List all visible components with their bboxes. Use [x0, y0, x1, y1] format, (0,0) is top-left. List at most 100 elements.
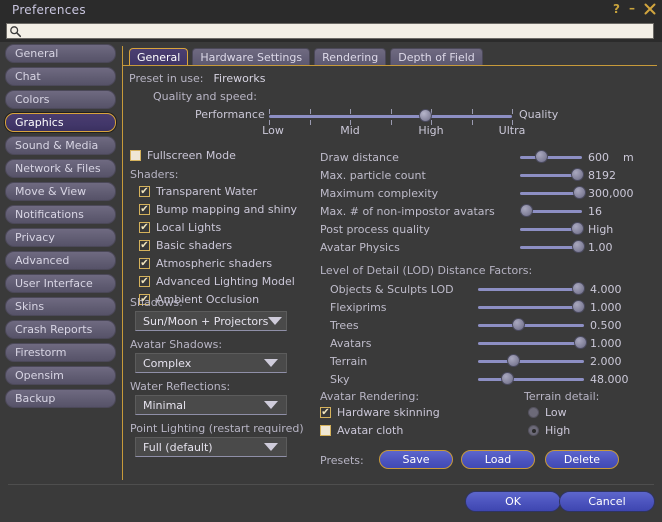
sidebar-item-user-interface[interactable]: User Interface: [5, 274, 116, 293]
slider-label: Sky: [330, 373, 350, 386]
sidebar-item-opensim[interactable]: Opensim: [5, 366, 116, 385]
delete-preset-button[interactable]: Delete: [545, 450, 619, 469]
slider-thumb[interactable]: [512, 318, 526, 331]
minimize-icon[interactable]: –: [629, 1, 635, 15]
slider-label: Avatars: [330, 337, 372, 350]
checkbox-bump-mapping-and-shiny[interactable]: ✔ Bump mapping and shiny: [139, 203, 297, 216]
sidebar-item-label: General: [15, 47, 59, 60]
quality-slider-tick: [269, 109, 270, 114]
radio-terrain-low[interactable]: Low: [528, 406, 567, 419]
slider-value: 8192: [588, 169, 616, 182]
dropdown-shadows[interactable]: Sun/Moon + Projectors: [135, 311, 287, 331]
sidebar-item-backup[interactable]: Backup: [5, 389, 116, 408]
checkbox-box: ✔: [139, 258, 150, 269]
slider-track[interactable]: [478, 324, 584, 327]
quality-slider-tick: [310, 109, 311, 114]
slider-track[interactable]: [478, 306, 584, 309]
terrain-detail-label: Terrain detail:: [524, 390, 600, 403]
checkbox-basic-shaders[interactable]: ✔ Basic shaders: [139, 239, 232, 252]
slider-row-maximum-complexity: Maximum complexity 300,000: [320, 186, 650, 201]
slider-track[interactable]: [520, 156, 582, 159]
close-icon[interactable]: [644, 3, 656, 15]
tab-depth-of-field[interactable]: Depth of Field: [390, 48, 483, 65]
sidebar-item-sound-media[interactable]: Sound & Media: [5, 136, 116, 155]
slider-value: 48.000: [590, 373, 629, 386]
slider-thumb[interactable]: [571, 300, 585, 313]
sidebar-item-label: Opensim: [15, 369, 64, 382]
slider-value: 300,000: [588, 187, 634, 200]
sidebar-item-advanced[interactable]: Advanced: [5, 251, 116, 270]
slider-thumb[interactable]: [572, 240, 586, 253]
slider-thumb[interactable]: [571, 168, 585, 181]
dropdown-value: Sun/Moon + Projectors: [143, 314, 269, 328]
help-icon[interactable]: ?: [613, 2, 620, 16]
radio-terrain-high[interactable]: High: [528, 424, 570, 437]
slider-track[interactable]: [478, 342, 584, 345]
ok-button[interactable]: OK: [465, 491, 561, 512]
checkbox-label: Hardware skinning: [337, 406, 440, 419]
sidebar-item-skins[interactable]: Skins: [5, 297, 116, 316]
sidebar-item-move-view[interactable]: Move & View: [5, 182, 116, 201]
checkbox-transparent-water[interactable]: ✔ Transparent Water: [139, 185, 257, 198]
quality-speed-slider[interactable]: [269, 108, 513, 125]
lod-group-label: Level of Detail (LOD) Distance Factors:: [320, 264, 533, 277]
slider-thumb[interactable]: [571, 222, 585, 235]
tab-rendering[interactable]: Rendering: [314, 48, 387, 65]
checkbox-hardware-skinning[interactable]: ✔ Hardware skinning: [320, 406, 440, 419]
quality-slider-tick: [350, 109, 351, 114]
search-input[interactable]: [25, 24, 635, 38]
tab-general[interactable]: General: [129, 48, 189, 65]
sidebar-item-firestorm[interactable]: Firestorm: [5, 343, 116, 362]
search-icon: [9, 25, 22, 38]
slider-row-post-process-quality: Post process quality High: [320, 222, 650, 237]
sidebar-item-notifications[interactable]: Notifications: [5, 205, 116, 224]
tab-hardware-settings[interactable]: Hardware Settings: [192, 48, 311, 65]
search-box[interactable]: [6, 23, 654, 39]
save-preset-button[interactable]: Save: [379, 450, 453, 469]
checkbox-atmospheric-shaders[interactable]: ✔ Atmospheric shaders: [139, 257, 272, 270]
dropdown-label-3: Point Lighting (restart required): [130, 422, 304, 435]
checkbox-advanced-lighting-model[interactable]: ✔ Advanced Lighting Model: [139, 275, 295, 288]
sidebar-item-privacy[interactable]: Privacy: [5, 228, 116, 247]
checkbox-label: Fullscreen Mode: [147, 149, 236, 162]
sidebar-item-general[interactable]: General: [5, 44, 116, 63]
slider-row-trees: Trees 0.500: [320, 318, 650, 333]
slider-thumb[interactable]: [572, 186, 586, 199]
slider-thumb[interactable]: [500, 372, 514, 385]
load-preset-button[interactable]: Load: [461, 450, 535, 469]
slider-label: Maximum complexity: [320, 187, 439, 200]
dropdown-water-reflections[interactable]: Minimal: [135, 395, 287, 415]
slider-row-sky: Sky 48.000: [320, 372, 650, 387]
sidebar-item-label: Crash Reports: [15, 323, 93, 336]
sidebar: General Chat Colors Graphics Sound & Media Ne…: [0, 44, 120, 522]
slider-value: 4.000: [590, 283, 622, 296]
checkbox-box: ✔: [139, 222, 150, 233]
slider-thumb[interactable]: [535, 150, 549, 163]
checkbox-fullscreen-mode[interactable]: Fullscreen Mode: [130, 149, 236, 162]
slider-row-terrain: Terrain 2.000: [320, 354, 650, 369]
slider-track[interactable]: [478, 288, 584, 291]
slider-thumb[interactable]: [571, 282, 585, 295]
checkbox-avatar-cloth[interactable]: Avatar cloth: [320, 424, 403, 437]
slider-label: Flexiprims: [330, 301, 387, 314]
preset-in-use-row: Preset in use: Fireworks: [129, 72, 265, 85]
sidebar-item-crash-reports[interactable]: Crash Reports: [5, 320, 116, 339]
dropdown-point-lighting-restart-required[interactable]: Full (default): [135, 437, 287, 457]
slider-label: Post process quality: [320, 223, 430, 236]
slider-track[interactable]: [478, 360, 584, 363]
slider-thumb[interactable]: [573, 336, 587, 349]
sidebar-item-colors[interactable]: Colors: [5, 90, 116, 109]
sidebar-item-chat[interactable]: Chat: [5, 67, 116, 86]
dropdown-label-1: Avatar Shadows:: [130, 338, 223, 351]
quality-slider-thumb[interactable]: [418, 109, 432, 122]
cancel-button[interactable]: Cancel: [559, 491, 655, 512]
slider-thumb[interactable]: [519, 204, 533, 217]
slider-thumb[interactable]: [506, 354, 520, 367]
checkbox-local-lights[interactable]: ✔ Local Lights: [139, 221, 221, 234]
slider-value: 1.000: [590, 301, 622, 314]
sidebar-item-graphics[interactable]: Graphics: [5, 113, 116, 132]
slider-track[interactable]: [478, 378, 584, 381]
window-controls: ? –: [613, 1, 656, 16]
sidebar-item-network-files[interactable]: Network & Files: [5, 159, 116, 178]
dropdown-avatar-shadows[interactable]: Complex: [135, 353, 287, 373]
